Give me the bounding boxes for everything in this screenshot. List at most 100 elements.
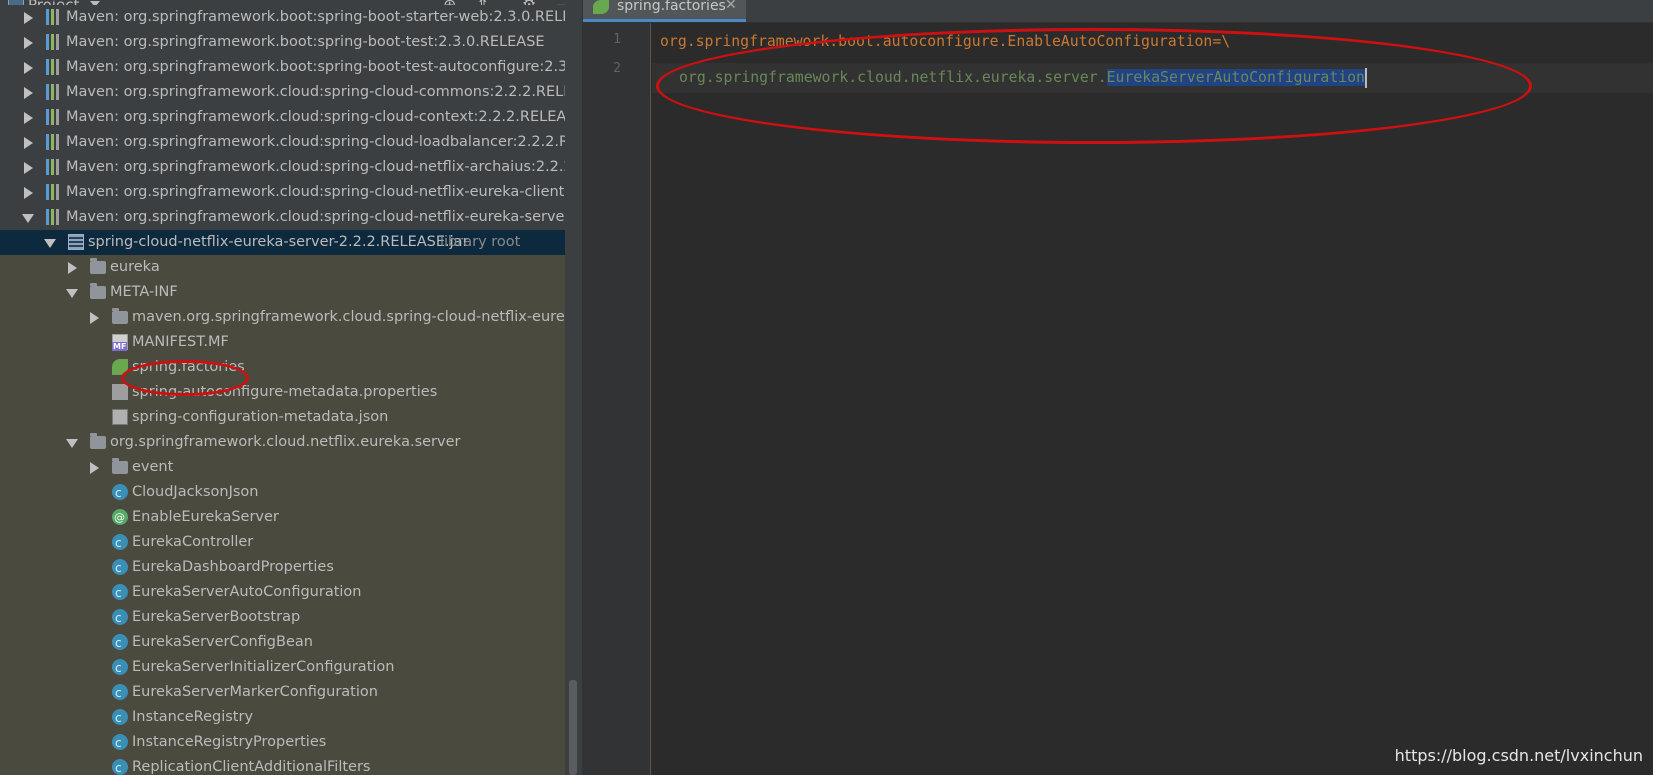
tree-item-label: EurekaServerBootstrap: [132, 609, 301, 625]
tree-row[interactable]: spring.factories: [0, 355, 582, 380]
class-icon: [112, 656, 128, 681]
line-number: 2: [613, 61, 621, 76]
maven-library-icon: [46, 184, 62, 200]
class-icon: [112, 606, 128, 631]
tree-row[interactable]: META-INF: [0, 280, 582, 305]
folder-icon: [90, 258, 106, 274]
tree-item-label: Maven: org.springframework.cloud:spring-…: [66, 184, 582, 200]
expand-arrow-right-icon[interactable]: [88, 305, 100, 330]
tree-row[interactable]: EurekaServerAutoConfiguration: [0, 580, 582, 606]
tree-row[interactable]: EurekaServerConfigBean: [0, 630, 582, 656]
expand-arrow-down-icon[interactable]: [22, 205, 34, 230]
tree-row[interactable]: maven.org.springframework.cloud.spring-c…: [0, 305, 582, 330]
tree-row[interactable]: MANIFEST.MF: [0, 330, 582, 355]
maven-library-icon: [46, 134, 62, 150]
expand-arrow-right-icon[interactable]: [22, 55, 34, 80]
tree-item-label: MANIFEST.MF: [132, 334, 229, 350]
expand-arrow-down-icon[interactable]: [44, 230, 56, 255]
tree-row[interactable]: spring-cloud-netflix-eureka-server-2.2.2…: [0, 230, 582, 255]
tree-item-label: spring-cloud-netflix-eureka-server-2.2.2…: [88, 234, 469, 250]
tree-row[interactable]: InstanceRegistryProperties: [0, 730, 582, 756]
tree-item-label: org.springframework.cloud.netflix.eureka…: [110, 434, 461, 450]
tab-spring-factories[interactable]: spring.factories ✕: [583, 0, 746, 22]
tree-item-label: EnableEurekaServer: [132, 509, 279, 525]
expand-arrow-right-icon[interactable]: [22, 155, 34, 180]
tree-row[interactable]: EnableEurekaServer: [0, 505, 582, 530]
expand-arrow-right-icon[interactable]: [22, 130, 34, 155]
close-icon[interactable]: ✕: [725, 0, 737, 12]
class-icon: [112, 681, 128, 706]
tree-row[interactable]: spring-autoconfigure-metadata.properties: [0, 380, 582, 405]
tree-item-label: EurekaController: [132, 534, 254, 550]
tree-row[interactable]: Maven: org.springframework.cloud:spring-…: [0, 105, 582, 130]
editor-gutter: 1 2: [583, 23, 651, 775]
tree-item-label: event: [132, 459, 174, 475]
tree-row[interactable]: Maven: org.springframework.cloud:spring-…: [0, 130, 582, 155]
tree-item-label: eureka: [110, 259, 160, 275]
tree-row[interactable]: Maven: org.springframework.boot:spring-b…: [0, 5, 582, 30]
class-icon: [112, 706, 128, 731]
class-icon: [112, 731, 128, 756]
tree-row[interactable]: InstanceRegistry: [0, 705, 582, 731]
library-root-hint: library root: [440, 234, 521, 250]
tree-row[interactable]: Maven: org.springframework.boot:spring-b…: [0, 30, 582, 55]
manifest-file-icon: [112, 334, 128, 351]
project-tool-window: Project ⊕ ⇕ ⚙ — Maven: org.springframewo…: [0, 0, 582, 775]
expand-arrow-down-icon[interactable]: [66, 430, 78, 455]
maven-library-icon: [46, 209, 62, 225]
expand-arrow-right-icon[interactable]: [22, 30, 34, 55]
tree-row[interactable]: EurekaServerInitializerConfiguration: [0, 655, 582, 681]
tree-row[interactable]: Maven: org.springframework.cloud:spring-…: [0, 155, 582, 180]
tree-item-label: Maven: org.springframework.cloud:spring-…: [66, 84, 582, 100]
class-icon: [112, 481, 128, 506]
tree-row[interactable]: Maven: org.springframework.cloud:spring-…: [0, 80, 582, 105]
tree-row[interactable]: EurekaController: [0, 530, 582, 556]
tree-row[interactable]: event: [0, 455, 582, 480]
tree-item-label: Maven: org.springframework.cloud:spring-…: [66, 109, 582, 125]
class-icon: [112, 531, 128, 556]
folder-icon: [112, 308, 128, 324]
expand-arrow-right-icon[interactable]: [88, 455, 100, 480]
class-icon: [112, 581, 128, 606]
expand-arrow-right-icon[interactable]: [66, 255, 78, 280]
tree-scrollbar-thumb[interactable]: [569, 680, 577, 775]
tree-row[interactable]: EurekaServerMarkerConfiguration: [0, 680, 582, 706]
maven-library-icon: [46, 34, 62, 50]
annotation-icon: [112, 505, 128, 530]
tree-row[interactable]: EurekaDashboardProperties: [0, 555, 582, 581]
tree-row[interactable]: spring-configuration-metadata.json: [0, 405, 582, 430]
tree-item-label: Maven: org.springframework.boot:spring-b…: [66, 59, 582, 75]
tree-row[interactable]: CloudJacksonJson: [0, 480, 582, 506]
expand-arrow-down-icon[interactable]: [66, 280, 78, 305]
tree-row[interactable]: org.springframework.cloud.netflix.eureka…: [0, 430, 582, 455]
tree-row[interactable]: ReplicationClientAdditionalFilters: [0, 755, 582, 775]
watermark: https://blog.csdn.net/lvxinchun: [1394, 746, 1643, 765]
tree-item-label: EurekaServerConfigBean: [132, 634, 313, 650]
tree-row[interactable]: Maven: org.springframework.cloud:spring-…: [0, 180, 582, 205]
tree-row[interactable]: EurekaServerBootstrap: [0, 605, 582, 631]
tree-item-label: META-INF: [110, 284, 178, 300]
tree-row[interactable]: Maven: org.springframework.boot:spring-b…: [0, 55, 582, 80]
properties-file-icon: [112, 384, 128, 400]
expand-arrow-right-icon[interactable]: [22, 80, 34, 105]
class-icon: [112, 556, 128, 581]
expand-arrow-right-icon[interactable]: [22, 105, 34, 130]
class-icon: [112, 756, 128, 775]
tree-item-label: Maven: org.springframework.cloud:spring-…: [66, 134, 582, 150]
tree-row[interactable]: eureka: [0, 255, 582, 280]
line-number: 1: [613, 32, 621, 47]
tree-row[interactable]: Maven: org.springframework.cloud:spring-…: [0, 205, 582, 230]
maven-library-icon: [46, 9, 62, 25]
maven-library-icon: [46, 109, 62, 125]
spring-factories-icon: [593, 0, 609, 14]
folder-icon: [90, 283, 106, 299]
maven-library-icon: [46, 84, 62, 100]
tree-item-label: InstanceRegistryProperties: [132, 734, 327, 750]
tree-scrollbar[interactable]: [565, 0, 582, 775]
tree-item-label: Maven: org.springframework.cloud:spring-…: [66, 159, 582, 175]
package-icon: [112, 458, 128, 474]
expand-arrow-right-icon[interactable]: [22, 5, 34, 30]
tree-item-label: spring-configuration-metadata.json: [132, 409, 389, 425]
package-icon: [90, 433, 106, 449]
expand-arrow-right-icon[interactable]: [22, 180, 34, 205]
